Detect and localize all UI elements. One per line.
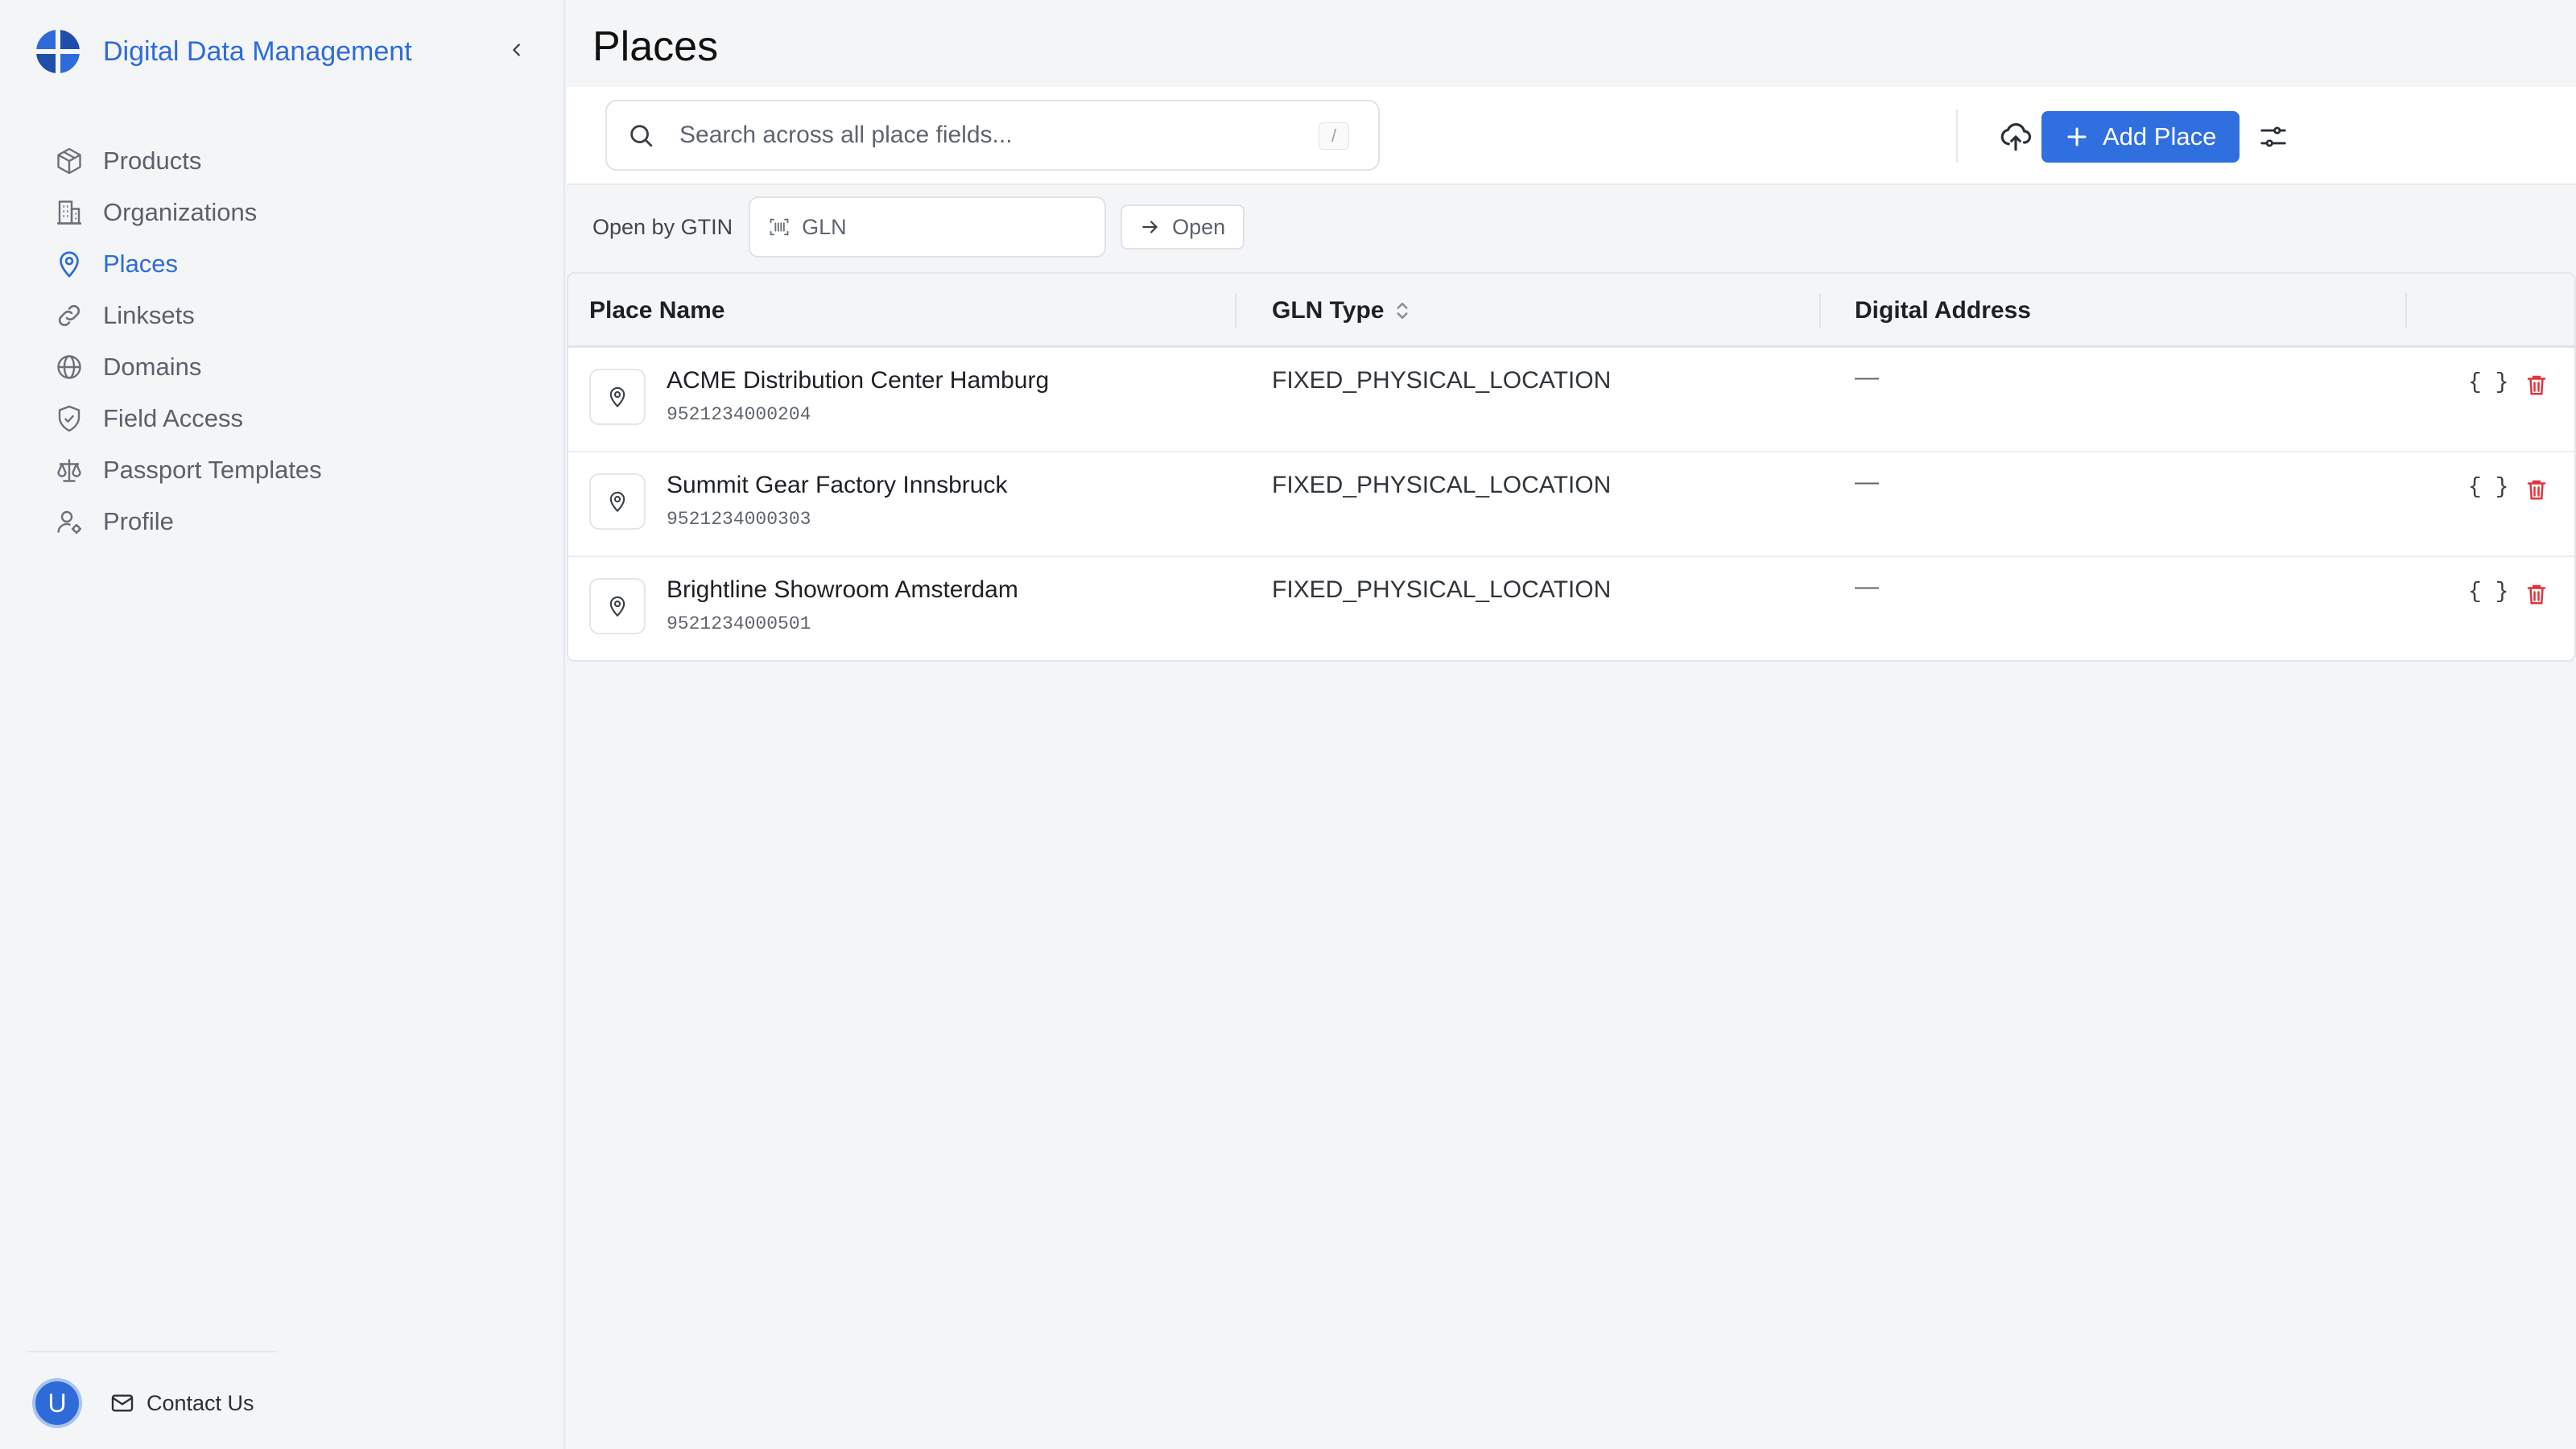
avatar[interactable]: U — [32, 1378, 82, 1428]
sidebar-item-label: Passport Templates — [103, 456, 322, 484]
contact-us-label: Contact Us — [147, 1390, 254, 1415]
table-row[interactable]: ACME Distribution Center Hamburg 9521234… — [568, 348, 2574, 452]
toolbar: / Add Place — [567, 87, 2576, 185]
sidebar-item-domains[interactable]: Domains — [53, 341, 322, 393]
search-box[interactable]: / — [605, 100, 1380, 171]
sidebar-item-label: Products — [103, 147, 202, 175]
column-header-label: GLN Type — [1272, 297, 1385, 324]
place-name[interactable]: Summit Gear Factory Innsbruck — [667, 472, 1007, 499]
digital-address: — — [1855, 573, 1879, 600]
column-header-place-name[interactable]: Place Name — [589, 274, 724, 348]
user-gear-icon — [53, 506, 85, 538]
sliders-icon — [2260, 126, 2286, 147]
table-row[interactable]: Brightline Showroom Amsterdam 9521234000… — [568, 557, 2574, 660]
sidebar-item-linksets[interactable]: Linksets — [53, 290, 322, 341]
building-icon — [53, 196, 85, 229]
place-map-pin-icon — [589, 473, 646, 530]
box-icon — [53, 145, 85, 177]
place-gln: 9521234000501 — [667, 613, 811, 634]
view-json-button[interactable]: { } — [2468, 370, 2508, 395]
place-name[interactable]: ACME Distribution Center Hamburg — [667, 367, 1049, 394]
sidebar-item-label: Field Access — [103, 404, 244, 432]
sidebar-item-places[interactable]: Places — [53, 238, 322, 290]
sidebar-item-passport-templates[interactable]: Passport Templates — [53, 444, 322, 496]
mail-icon — [111, 1394, 134, 1412]
places-table: Place Name GLN Type Digital Address ACME… — [567, 272, 2576, 662]
search-icon — [625, 119, 657, 151]
gln-input[interactable] — [802, 214, 1076, 240]
link-icon — [53, 299, 85, 332]
contact-us-link[interactable]: Contact Us — [109, 1386, 254, 1420]
search-shortcut-hint: / — [1319, 122, 1349, 150]
barcode-icon — [766, 214, 792, 240]
place-name[interactable]: Brightline Showroom Amsterdam — [667, 576, 1018, 604]
open-by-gtin-row: Open by GTIN Open — [592, 196, 1245, 258]
toolbar-divider — [1956, 109, 1958, 163]
open-button[interactable]: Open — [1121, 204, 1245, 250]
sidebar-item-label: Places — [103, 250, 179, 278]
collapse-sidebar-button[interactable] — [504, 37, 530, 63]
scale-icon — [53, 454, 85, 486]
sort-icon — [1397, 302, 1409, 320]
place-map-pin-icon — [589, 369, 646, 425]
table-header: Place Name GLN Type Digital Address — [568, 274, 2574, 348]
upload-button[interactable] — [1996, 118, 2035, 156]
brand-logo-icon — [35, 29, 80, 74]
trash-icon — [2527, 375, 2546, 395]
delete-button[interactable] — [2521, 473, 2552, 506]
brand[interactable]: Digital Data Management — [35, 29, 412, 74]
trash-icon — [2527, 480, 2546, 500]
map-pin-icon — [53, 248, 85, 280]
view-json-button[interactable]: { } — [2468, 475, 2508, 500]
column-divider[interactable] — [1235, 293, 1236, 328]
delete-button[interactable] — [2521, 369, 2552, 401]
place-gln: 9521234000204 — [667, 404, 811, 425]
chevron-left-icon — [513, 43, 520, 56]
sidebar-item-label: Profile — [103, 507, 174, 535]
sidebar-item-products[interactable]: Products — [53, 135, 322, 187]
place-gln: 9521234000303 — [667, 509, 811, 530]
globe-icon — [53, 351, 85, 383]
gln-type: FIXED_PHYSICAL_LOCATION — [1272, 472, 1612, 498]
cloud-upload-icon — [2000, 123, 2032, 151]
sidebar: Digital Data Management Products Organiz… — [0, 0, 565, 1449]
sidebar-item-profile[interactable]: Profile — [53, 496, 322, 547]
trash-icon — [2527, 584, 2546, 605]
add-place-label: Add Place — [2103, 122, 2217, 151]
plus-icon — [2064, 124, 2090, 150]
open-by-gtin-label: Open by GTIN — [592, 214, 733, 239]
app-title: Digital Data Management — [103, 35, 412, 67]
table-row[interactable]: Summit Gear Factory Innsbruck 9521234000… — [568, 452, 2574, 557]
sidebar-item-field-access[interactable]: Field Access — [53, 393, 322, 444]
sidebar-divider — [27, 1351, 277, 1352]
column-header-digital-address[interactable]: Digital Address — [1855, 274, 2031, 348]
digital-address: — — [1855, 364, 1879, 390]
delete-button[interactable] — [2521, 578, 2552, 610]
sidebar-item-label: Linksets — [103, 301, 195, 329]
search-input[interactable] — [679, 122, 1291, 149]
arrow-right-icon — [1138, 215, 1162, 239]
view-json-button[interactable]: { } — [2468, 580, 2508, 605]
column-divider[interactable] — [2405, 293, 2407, 328]
column-header-gln-type[interactable]: GLN Type — [1272, 274, 1411, 348]
sidebar-item-label: Domains — [103, 353, 202, 381]
column-settings-button[interactable] — [2256, 119, 2291, 155]
column-divider[interactable] — [1819, 293, 1821, 328]
sidebar-item-organizations[interactable]: Organizations — [53, 187, 322, 238]
column-header-label: Place Name — [589, 297, 725, 324]
gln-type: FIXED_PHYSICAL_LOCATION — [1272, 576, 1612, 603]
add-place-button[interactable]: Add Place — [2041, 111, 2240, 163]
digital-address: — — [1855, 469, 1879, 495]
column-header-label: Digital Address — [1855, 297, 2031, 324]
gln-field[interactable] — [749, 196, 1107, 258]
open-label: Open — [1172, 214, 1226, 239]
page-title: Places — [592, 23, 719, 70]
sidebar-nav: Products Organizations Places Linksets D… — [53, 135, 322, 547]
sidebar-item-label: Organizations — [103, 198, 258, 226]
place-map-pin-icon — [589, 578, 646, 634]
shield-check-icon — [53, 402, 85, 435]
gln-type: FIXED_PHYSICAL_LOCATION — [1272, 367, 1612, 394]
